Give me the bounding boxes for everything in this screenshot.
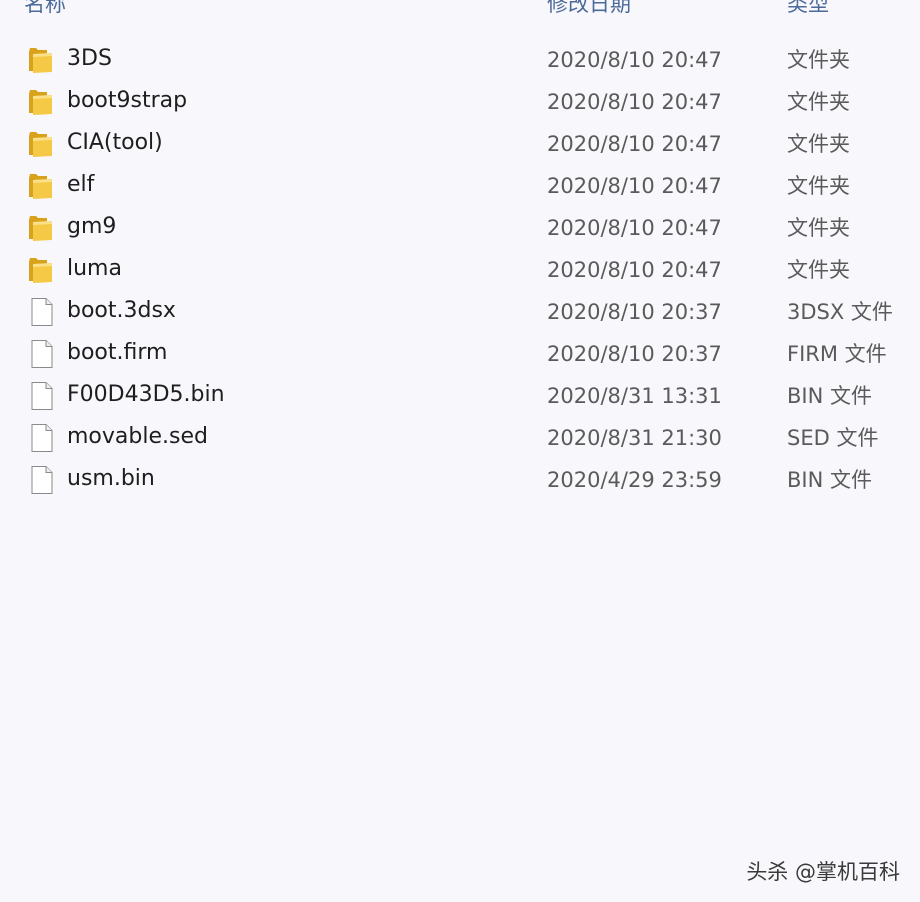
file-date-modified: 2020/8/10 20:37 — [547, 300, 722, 324]
file-name[interactable]: boot.firm — [67, 339, 167, 367]
file-type: 文件夹 — [787, 48, 850, 72]
file-name[interactable]: gm9 — [67, 213, 116, 241]
file-date-modified: 2020/8/10 20:37 — [547, 342, 722, 366]
file-name[interactable]: 3DS — [67, 45, 112, 73]
file-type: FIRM 文件 — [787, 342, 887, 366]
file-type: 文件夹 — [787, 216, 850, 240]
file-date-modified: 2020/8/10 20:47 — [547, 258, 722, 282]
file-date-modified: 2020/8/10 20:47 — [547, 216, 722, 240]
file-name[interactable]: CIA(tool) — [67, 129, 163, 157]
file-type: 3DSX 文件 — [787, 300, 893, 324]
file-type: 文件夹 — [787, 132, 850, 156]
file-name[interactable]: boot9strap — [67, 87, 187, 115]
column-header-date-modified[interactable]: 修改日期 — [547, 0, 631, 14]
file-list-row[interactable]: CIA(tool) 2020/8/10 20:47 文件夹 — [0, 122, 920, 164]
file-type: 文件夹 — [787, 258, 850, 282]
file-date-modified: 2020/4/29 23:59 — [547, 468, 722, 492]
file-list-row[interactable]: boot9strap 2020/8/10 20:47 文件夹 — [0, 80, 920, 122]
column-header-name[interactable]: 名称 — [24, 0, 66, 14]
file-list-row[interactable]: boot.3dsx 2020/8/10 20:37 3DSX 文件 — [0, 290, 920, 332]
folder-icon — [27, 171, 57, 201]
file-type: 文件夹 — [787, 90, 850, 114]
file-list-row[interactable]: F00D43D5.bin 2020/8/31 13:31 BIN 文件 — [0, 374, 920, 416]
file-name[interactable]: movable.sed — [67, 423, 208, 451]
file-list-row[interactable]: movable.sed 2020/8/31 21:30 SED 文件 — [0, 416, 920, 458]
file-name[interactable]: usm.bin — [67, 465, 155, 493]
file-name[interactable]: luma — [67, 255, 122, 283]
file-list-row[interactable]: elf 2020/8/10 20:47 文件夹 — [0, 164, 920, 206]
file-icon — [27, 339, 57, 369]
column-header-bar: 名称 修改日期 类型 — [0, 0, 920, 14]
file-icon — [27, 297, 57, 327]
file-list-row[interactable]: luma 2020/8/10 20:47 文件夹 — [0, 248, 920, 290]
file-date-modified: 2020/8/31 21:30 — [547, 426, 722, 450]
folder-icon — [27, 45, 57, 75]
file-name[interactable]: elf — [67, 171, 94, 199]
file-type: SED 文件 — [787, 426, 879, 450]
file-list-row[interactable]: 3DS 2020/8/10 20:47 文件夹 — [0, 38, 920, 80]
file-list-row[interactable]: gm9 2020/8/10 20:47 文件夹 — [0, 206, 920, 248]
file-icon — [27, 423, 57, 453]
file-icon — [27, 381, 57, 411]
column-header-type[interactable]: 类型 — [787, 0, 829, 14]
file-list-row[interactable]: boot.firm 2020/8/10 20:37 FIRM 文件 — [0, 332, 920, 374]
file-list: 3DS 2020/8/10 20:47 文件夹 boot9strap 2020/8/10… — [0, 38, 920, 500]
folder-icon — [27, 129, 57, 159]
watermark-text: 头杀 @掌机百科 — [746, 860, 900, 884]
file-type: 文件夹 — [787, 174, 850, 198]
file-type: BIN 文件 — [787, 384, 872, 408]
file-type: BIN 文件 — [787, 468, 872, 492]
file-date-modified: 2020/8/10 20:47 — [547, 174, 722, 198]
file-name[interactable]: boot.3dsx — [67, 297, 176, 325]
folder-icon — [27, 255, 57, 285]
file-date-modified: 2020/8/10 20:47 — [547, 48, 722, 72]
file-date-modified: 2020/8/10 20:47 — [547, 90, 722, 114]
folder-icon — [27, 87, 57, 117]
folder-icon — [27, 213, 57, 243]
file-list-row[interactable]: usm.bin 2020/4/29 23:59 BIN 文件 — [0, 458, 920, 500]
file-date-modified: 2020/8/10 20:47 — [547, 132, 722, 156]
file-icon — [27, 465, 57, 495]
file-date-modified: 2020/8/31 13:31 — [547, 384, 722, 408]
file-name[interactable]: F00D43D5.bin — [67, 381, 225, 409]
